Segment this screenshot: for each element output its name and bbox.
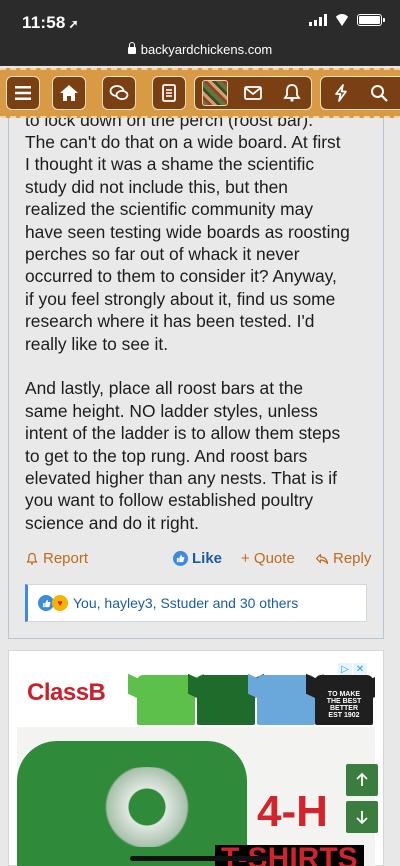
reactions-text: You, hayley3, Sstuder and 30 others — [73, 595, 299, 611]
ad-container: ▷ ✕ ClassB TO MAKE THE BEST BETTER EST 1… — [8, 650, 384, 866]
post-line: if you feel strongly about it, find us s… — [25, 288, 336, 309]
post-line: have seen testing wide boards as roostin… — [25, 221, 350, 242]
advertisement[interactable]: ▷ ✕ ClassB TO MAKE THE BEST BETTER EST 1… — [17, 661, 375, 866]
chat-bubbles-icon — [109, 85, 129, 101]
bell-icon — [26, 552, 38, 565]
document-icon — [162, 84, 176, 102]
like-button[interactable]: Like — [173, 550, 222, 567]
account-avatar-button[interactable] — [195, 77, 235, 108]
post-line-partial: to lock down on the perch (roost bar). — [25, 118, 314, 130]
post-line: same height. NO ladder styles, unless — [25, 400, 318, 421]
ad-hero-image: 4-H T-SHIRTS — [17, 727, 375, 866]
post-line: occurred to them to consider it? Anyway, — [25, 266, 337, 287]
post-line: I thought it was a shame the scientific — [25, 154, 315, 175]
post-line: science and do it right. — [25, 512, 200, 533]
menu-button[interactable] — [6, 76, 40, 110]
status-bar: 11:58 ➚ — [0, 0, 400, 38]
forum-nav-bar — [0, 68, 400, 118]
post-actions: Report Like + Quote Reply — [25, 550, 371, 572]
status-icons — [309, 14, 385, 26]
post-line: intent of the ladder is to allow them st… — [25, 423, 341, 444]
home-indicator — [130, 856, 270, 861]
search-icon — [371, 84, 388, 102]
report-link[interactable]: Report — [25, 550, 88, 567]
tshirt-image — [137, 675, 195, 725]
battery-icon — [357, 14, 385, 26]
post-line: study did not include this, but then — [25, 176, 288, 197]
forum-post: to lock down on the perch (roost bar). T… — [8, 118, 384, 639]
clover-wings-graphic — [87, 767, 207, 847]
ad-hero-title: 4-H — [257, 787, 328, 836]
cellular-signal-icon — [309, 14, 327, 26]
post-line: perches so far out of whack it never — [25, 244, 300, 265]
mail-icon — [244, 85, 262, 100]
menu-icon — [15, 86, 31, 100]
clock: 11:58 ➚ — [22, 13, 79, 32]
post-line: you want to follow established poultry — [25, 490, 314, 511]
conversations-button[interactable] — [102, 76, 136, 110]
post-line: elevated higher than any nests. That is … — [25, 468, 337, 489]
post-line: realized the scientific community may — [25, 199, 314, 220]
arrow-down-icon — [356, 811, 368, 825]
url-bar[interactable]: backyardchickens.com — [0, 38, 400, 66]
alerts-button[interactable] — [272, 77, 312, 108]
scroll-top-button[interactable] — [346, 764, 378, 796]
home-button[interactable] — [52, 76, 86, 110]
post-line: to get to the top rung. And roost bars — [25, 445, 308, 466]
location-arrow-icon: ➚ — [68, 17, 79, 31]
post-line: research where it has been tested. I'd — [25, 311, 315, 332]
whats-new-button[interactable] — [152, 76, 186, 110]
inbox-button[interactable] — [233, 77, 273, 108]
bell-icon — [283, 83, 301, 102]
post-line: really like to see it. — [25, 333, 169, 354]
avatar — [202, 79, 228, 106]
post-body: to lock down on the perch (roost bar). T… — [25, 118, 373, 534]
scroll-bottom-button[interactable] — [346, 801, 378, 833]
quote-link[interactable]: + Quote — [241, 550, 295, 567]
tshirt-image — [197, 675, 255, 725]
lightning-icon — [335, 83, 347, 102]
lock-icon — [127, 42, 136, 54]
url-text: backyardchickens.com — [140, 42, 273, 57]
activity-button[interactable] — [321, 77, 361, 108]
reply-link[interactable]: Reply — [315, 550, 371, 567]
tools-segment — [320, 76, 400, 110]
tshirt-slogan: TO MAKE THE BEST BETTER EST 1902 — [326, 691, 362, 719]
tshirt-image: TO MAKE THE BEST BETTER EST 1902 — [315, 675, 373, 725]
arrow-up-icon — [356, 772, 368, 786]
reply-arrow-icon — [315, 553, 329, 564]
thumbs-up-icon — [173, 551, 188, 566]
account-segment — [194, 76, 312, 110]
post-line: The can't do that on a wide board. At fi… — [25, 132, 341, 152]
search-button[interactable] — [359, 77, 399, 108]
post-line: And lastly, place all roost bars at the — [25, 378, 304, 399]
reactions-bar[interactable]: ♥ You, hayley3, Sstuder and 30 others — [25, 584, 367, 622]
love-reaction-icon: ♥ — [52, 595, 68, 611]
home-icon — [60, 85, 78, 101]
ad-brand-logo: ClassB — [27, 679, 106, 706]
wifi-icon — [334, 14, 350, 26]
